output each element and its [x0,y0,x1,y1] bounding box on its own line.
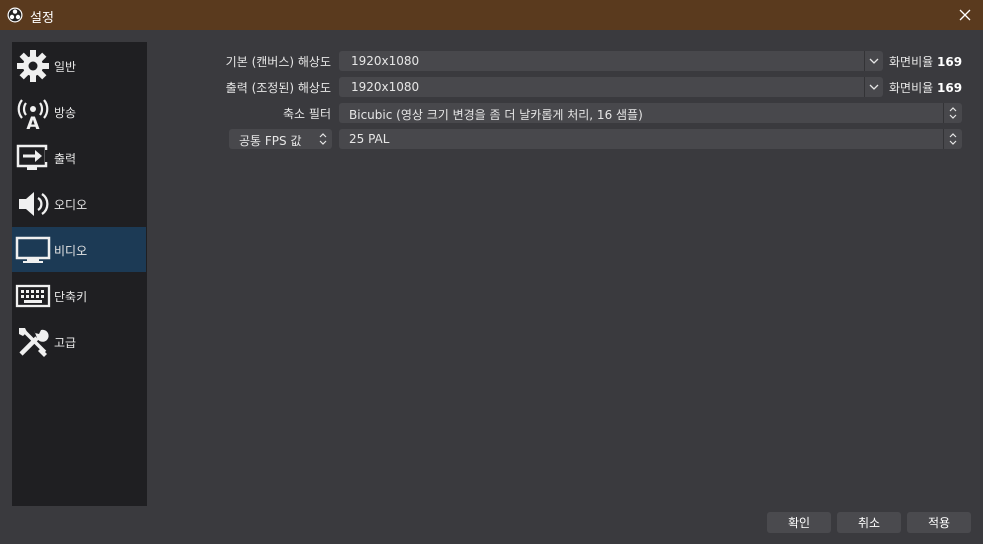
sidebar-item-label: 비디오 [54,244,88,258]
sidebar-item-output[interactable]: 출력 [12,135,146,180]
sidebar-item-advanced[interactable]: 고급 [12,319,146,364]
gear-icon [17,50,49,82]
chevron-down-icon [864,77,883,97]
base-aspect-ratio: 화면비율 169 [889,55,963,69]
speaker-icon [19,192,49,216]
downscale-filter-value: Bicubic (영상 크기 변경을 좀 더 날카롭게 처리, 16 샘플) [349,108,643,122]
cancel-button[interactable]: 취소 [837,512,901,533]
base-resolution-combo[interactable]: 1920x1080 [339,51,883,71]
ok-button[interactable]: 확인 [767,512,831,533]
fps-type-select[interactable]: 공통 FPS 값 [229,129,332,149]
sidebar-item-label: 일반 [54,60,77,74]
sidebar-item-stream[interactable]: A 방송 [12,89,146,134]
fps-value: 25 PAL [349,132,390,146]
settings-sidebar: 일반 A 방송 출력 오디오 비디오 단축키 고급 [12,42,147,506]
base-resolution-value: 1920x1080 [351,54,420,68]
output-aspect-ratio: 화면비율 169 [889,81,963,95]
output-resolution-combo[interactable]: 1920x1080 [339,77,883,97]
sidebar-item-general[interactable]: 일반 [12,43,146,88]
updown-arrows-icon [314,129,332,149]
updown-arrows-icon [943,103,962,123]
output-resolution-value: 1920x1080 [351,80,420,94]
svg-text:A: A [26,114,40,130]
downscale-filter-label: 축소 필터 [283,107,331,121]
sidebar-item-label: 단축키 [54,290,88,304]
output-arrow-icon [16,144,48,170]
sidebar-item-audio[interactable]: 오디오 [12,181,146,226]
window-title: 설정 [30,11,54,26]
tools-icon [19,328,49,357]
broadcast-antenna-icon: A [17,99,49,130]
monitor-icon [15,236,51,263]
sidebar-item-label: 방송 [54,106,77,120]
output-resolution-label: 출력 (조정된) 해상도 [225,81,331,95]
keyboard-icon [15,284,51,308]
fps-value-select[interactable]: 25 PAL [339,129,962,149]
sidebar-item-video[interactable]: 비디오 [12,227,146,272]
close-button[interactable] [953,3,977,27]
sidebar-item-hotkeys[interactable]: 단축키 [12,273,146,318]
title-bar: 설정 [0,0,983,30]
base-resolution-label: 기본 (캔버스) 해상도 [225,55,331,69]
sidebar-item-label: 출력 [54,152,77,166]
sidebar-item-label: 고급 [54,336,77,350]
sidebar-item-label: 오디오 [54,198,88,212]
close-icon [959,9,971,21]
obs-logo-icon [7,7,23,23]
apply-button[interactable]: 적용 [907,512,971,533]
updown-arrows-icon [943,129,962,149]
fps-type-value: 공통 FPS 값 [239,134,302,148]
chevron-down-icon [864,51,883,71]
downscale-filter-select[interactable]: Bicubic (영상 크기 변경을 좀 더 날카롭게 처리, 16 샘플) [339,103,962,123]
